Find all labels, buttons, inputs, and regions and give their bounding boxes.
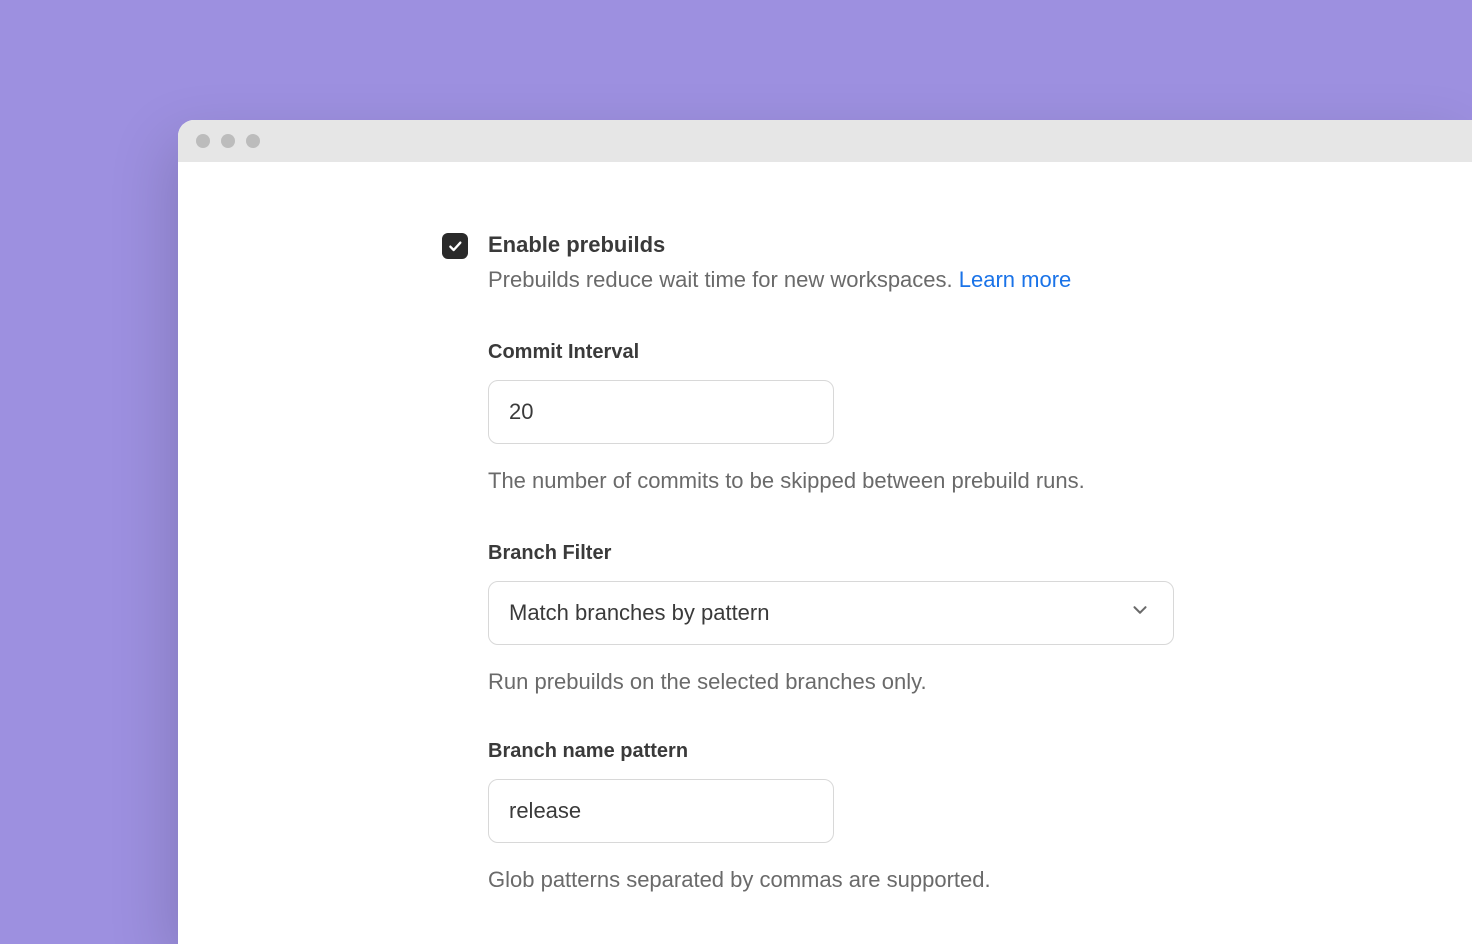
- branch-pattern-input[interactable]: [488, 779, 834, 843]
- maximize-window-icon[interactable]: [246, 134, 260, 148]
- commit-interval-input[interactable]: [488, 380, 834, 444]
- commit-interval-help: The number of commits to be skipped betw…: [488, 466, 1472, 496]
- branch-filter-help: Run prebuilds on the selected branches o…: [488, 667, 1472, 697]
- branch-filter-label: Branch Filter: [488, 542, 1472, 565]
- checkmark-icon: [447, 238, 463, 254]
- close-window-icon[interactable]: [196, 134, 210, 148]
- enable-prebuilds-title: Enable prebuilds: [488, 232, 1071, 258]
- minimize-window-icon[interactable]: [221, 134, 235, 148]
- branch-filter-value: Match branches by pattern: [509, 600, 769, 626]
- commit-interval-label: Commit Interval: [488, 341, 1472, 364]
- branch-pattern-help: Glob patterns separated by commas are su…: [488, 865, 1472, 895]
- branch-filter-group: Branch Filter Match branches by pattern …: [488, 542, 1472, 697]
- enable-prebuilds-checkbox[interactable]: [442, 233, 468, 259]
- settings-panel: Enable prebuilds Prebuilds reduce wait t…: [178, 162, 1472, 895]
- branch-pattern-group: Branch name pattern Glob patterns separa…: [488, 740, 1472, 895]
- learn-more-link[interactable]: Learn more: [959, 267, 1072, 292]
- enable-prebuilds-row: Enable prebuilds Prebuilds reduce wait t…: [442, 232, 1472, 295]
- commit-interval-group: Commit Interval The number of commits to…: [488, 341, 1472, 496]
- enable-prebuilds-description: Prebuilds reduce wait time for new works…: [488, 266, 1071, 295]
- branch-pattern-label: Branch name pattern: [488, 740, 1472, 763]
- branch-filter-select[interactable]: Match branches by pattern: [488, 581, 1174, 645]
- window-titlebar: [178, 120, 1472, 162]
- chevron-down-icon: [1129, 599, 1151, 626]
- app-window: Enable prebuilds Prebuilds reduce wait t…: [178, 120, 1472, 944]
